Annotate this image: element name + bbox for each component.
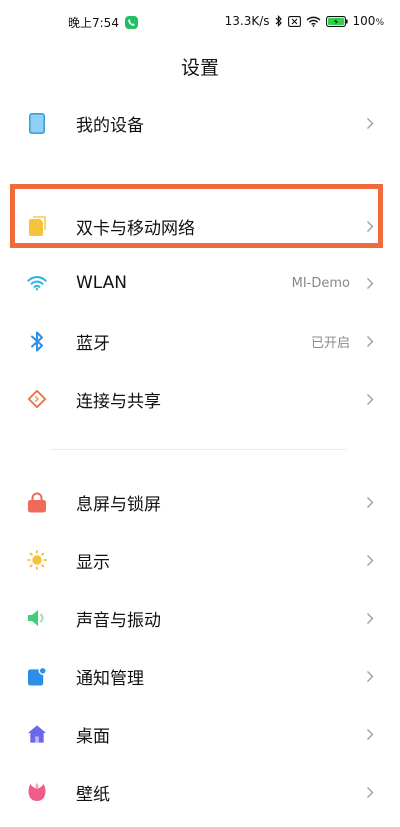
chevron-right-icon <box>365 669 375 683</box>
settings-item-value: MI-Demo <box>291 275 350 291</box>
wechat-notification-icon <box>124 16 138 29</box>
battery-percent: 100% <box>352 14 384 28</box>
status-right: 13.3K/s 100% <box>225 14 384 28</box>
chevron-right-icon <box>365 276 375 290</box>
chevron-right-icon <box>365 553 375 567</box>
settings-item-label: 声音与振动 <box>76 610 161 631</box>
status-bar: 晚上7:54 13.3K/s 100% <box>0 0 400 44</box>
settings-item-sim-mobile-network[interactable]: 双卡与移动网络 <box>0 198 400 254</box>
notification-icon <box>27 666 47 686</box>
wifi-status-icon <box>306 16 321 27</box>
settings-item-label: 壁纸 <box>76 784 110 805</box>
header: 设置 <box>0 44 400 88</box>
settings-item-label: 息屏与锁屏 <box>76 494 161 515</box>
settings-item-display[interactable]: 显示 <box>0 532 400 588</box>
chevron-right-icon <box>365 785 375 799</box>
chevron-right-icon <box>365 392 375 406</box>
page-title: 设置 <box>180 56 219 79</box>
chevron-right-icon <box>365 495 375 509</box>
settings-item-notifications[interactable]: 通知管理 <box>0 648 400 704</box>
settings-item-value: 已开启 <box>310 335 350 351</box>
settings-item-label: 通知管理 <box>76 668 144 689</box>
settings-item-sound-vibration[interactable]: 声音与振动 <box>0 590 400 646</box>
chevron-right-icon <box>365 611 375 625</box>
settings-item-label: 显示 <box>76 552 110 573</box>
chevron-right-icon <box>365 727 375 741</box>
settings-item-label: 桌面 <box>76 726 110 747</box>
wallpaper-icon <box>27 782 47 802</box>
device-icon <box>27 112 47 134</box>
status-time: 晚上7:54 <box>68 16 119 30</box>
settings-item-wallpaper[interactable]: 壁纸 <box>0 764 400 820</box>
sim-card-icon <box>27 216 47 236</box>
settings-item-label: 双卡与移动网络 <box>76 218 195 239</box>
sim-disabled-icon <box>287 15 301 27</box>
home-icon <box>27 724 47 744</box>
settings-item-label: 我的设备 <box>76 115 144 136</box>
chevron-right-icon <box>365 116 375 130</box>
settings-item-lock-screen[interactable]: 息屏与锁屏 <box>0 474 400 530</box>
wifi-icon <box>27 273 47 293</box>
chevron-right-icon <box>365 334 375 348</box>
settings-item-label: WLAN <box>76 273 128 293</box>
settings-item-connection-sharing[interactable]: 连接与共享 <box>0 371 400 427</box>
connection-share-icon <box>27 389 47 409</box>
bluetooth-status-icon <box>275 15 283 27</box>
network-speed: 13.3K/s <box>224 14 270 28</box>
chevron-right-icon <box>365 219 375 233</box>
settings-item-my-device[interactable]: 我的设备 <box>0 95 400 151</box>
status-left: 晚上7:54 <box>68 14 138 31</box>
section-divider <box>50 449 346 450</box>
speaker-icon <box>27 608 47 628</box>
settings-item-label: 蓝牙 <box>76 333 110 354</box>
battery-icon <box>325 15 348 27</box>
settings-item-label: 连接与共享 <box>76 391 161 412</box>
settings-item-home-screen[interactable]: 桌面 <box>0 706 400 762</box>
bluetooth-icon <box>27 331 47 351</box>
settings-item-wlan[interactable]: WLAN MI-Demo <box>0 255 400 311</box>
lock-icon <box>27 492 47 512</box>
sun-icon <box>27 550 47 570</box>
settings-item-bluetooth[interactable]: 蓝牙 已开启 <box>0 313 400 369</box>
